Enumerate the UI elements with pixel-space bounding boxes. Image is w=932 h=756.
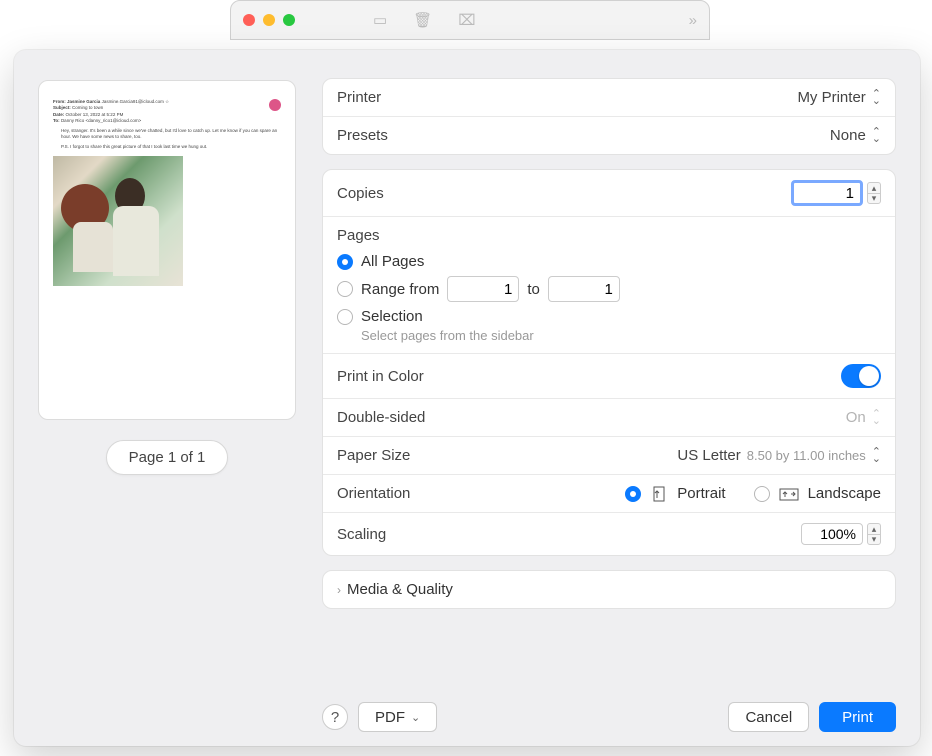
portrait-icon xyxy=(649,486,669,502)
archive-icon: ▭ xyxy=(373,11,387,29)
orientation-landscape-radio[interactable] xyxy=(754,486,770,502)
chevron-right-icon: › xyxy=(337,583,341,597)
media-quality-disclosure[interactable]: › Media & Quality xyxy=(323,571,895,608)
trash-icon: 🗑 xyxy=(413,11,432,29)
chevron-down-icon: ⌄ xyxy=(411,711,420,724)
copies-stepper[interactable]: ▴ ▾ xyxy=(791,180,881,206)
preview-photo xyxy=(53,156,183,286)
scaling-stepper[interactable]: ▴ ▾ xyxy=(801,523,881,545)
stepper-up-icon[interactable]: ▴ xyxy=(867,182,881,193)
orientation-portrait-radio[interactable] xyxy=(625,486,641,502)
chevron-updown-icon: ⌃⌄ xyxy=(872,411,881,425)
print-settings-pane: Printer My Printer ⌃⌄ Presets None ⌃⌄ Co… xyxy=(320,50,920,746)
zoom-window-icon[interactable] xyxy=(283,14,295,26)
cancel-button[interactable]: Cancel xyxy=(728,702,809,732)
avatar xyxy=(269,99,281,111)
double-sided-popup[interactable]: On ⌃⌄ xyxy=(846,409,881,426)
minimize-window-icon[interactable] xyxy=(263,14,275,26)
copies-input[interactable] xyxy=(791,180,863,206)
chevron-updown-icon: ⌃⌄ xyxy=(872,449,881,463)
print-color-label: Print in Color xyxy=(337,368,424,385)
range-to-input[interactable] xyxy=(548,276,620,302)
pages-label: Pages xyxy=(337,227,881,244)
print-dialog: From: Jasmine Garcia Jasmine.Garcia91@ic… xyxy=(14,50,920,746)
pages-all-label: All Pages xyxy=(361,253,424,270)
printer-popup[interactable]: My Printer ⌃⌄ xyxy=(797,89,881,106)
help-button[interactable]: ? xyxy=(322,704,348,730)
stepper-down-icon[interactable]: ▾ xyxy=(867,193,881,204)
close-window-icon[interactable] xyxy=(243,14,255,26)
traffic-lights[interactable] xyxy=(243,14,295,26)
preview-document: From: Jasmine Garcia Jasmine.Garcia91@ic… xyxy=(53,99,281,401)
presets-popup[interactable]: None ⌃⌄ xyxy=(830,127,881,144)
orientation-label: Orientation xyxy=(337,485,410,502)
print-preview-pane: From: Jasmine Garcia Jasmine.Garcia91@ic… xyxy=(14,50,320,746)
stepper-up-icon[interactable]: ▴ xyxy=(867,523,881,534)
landscape-icon xyxy=(778,486,800,502)
range-to-label: to xyxy=(527,281,540,298)
scaling-input[interactable] xyxy=(801,523,863,545)
pages-range-radio[interactable] xyxy=(337,281,353,297)
overflow-icon: » xyxy=(689,12,697,29)
pages-selection-hint: Select pages from the sidebar xyxy=(337,328,881,343)
scaling-label: Scaling xyxy=(337,526,386,543)
print-button[interactable]: Print xyxy=(819,702,896,732)
pages-selection-label: Selection xyxy=(361,308,423,325)
paper-size-label: Paper Size xyxy=(337,447,410,464)
range-from-input[interactable] xyxy=(447,276,519,302)
stepper-down-icon[interactable]: ▾ xyxy=(867,534,881,545)
chevron-updown-icon: ⌃⌄ xyxy=(872,91,881,105)
print-preview-page: From: Jasmine Garcia Jasmine.Garcia91@ic… xyxy=(38,80,296,420)
orientation-landscape-label: Landscape xyxy=(808,485,881,502)
pages-range-label: Range from xyxy=(361,281,439,298)
pages-all-radio[interactable] xyxy=(337,254,353,270)
junk-icon: ⌧ xyxy=(458,11,475,29)
orientation-portrait-label: Portrait xyxy=(677,485,725,502)
presets-label: Presets xyxy=(337,127,388,144)
mail-window-titlebar: ▭ 🗑 ⌧ » xyxy=(230,0,710,40)
page-indicator: Page 1 of 1 xyxy=(106,440,229,475)
pdf-menu-button[interactable]: PDF ⌄ xyxy=(358,702,437,732)
copies-label: Copies xyxy=(337,185,384,202)
print-color-toggle[interactable] xyxy=(841,364,881,388)
chevron-updown-icon: ⌃⌄ xyxy=(872,129,881,143)
double-sided-label: Double-sided xyxy=(337,409,425,426)
printer-label: Printer xyxy=(337,89,381,106)
dialog-footer: ? PDF ⌄ Cancel Print xyxy=(322,690,896,732)
paper-size-popup[interactable]: US Letter 8.50 by 11.00 inches ⌃⌄ xyxy=(677,447,881,464)
pages-selection-radio[interactable] xyxy=(337,309,353,325)
